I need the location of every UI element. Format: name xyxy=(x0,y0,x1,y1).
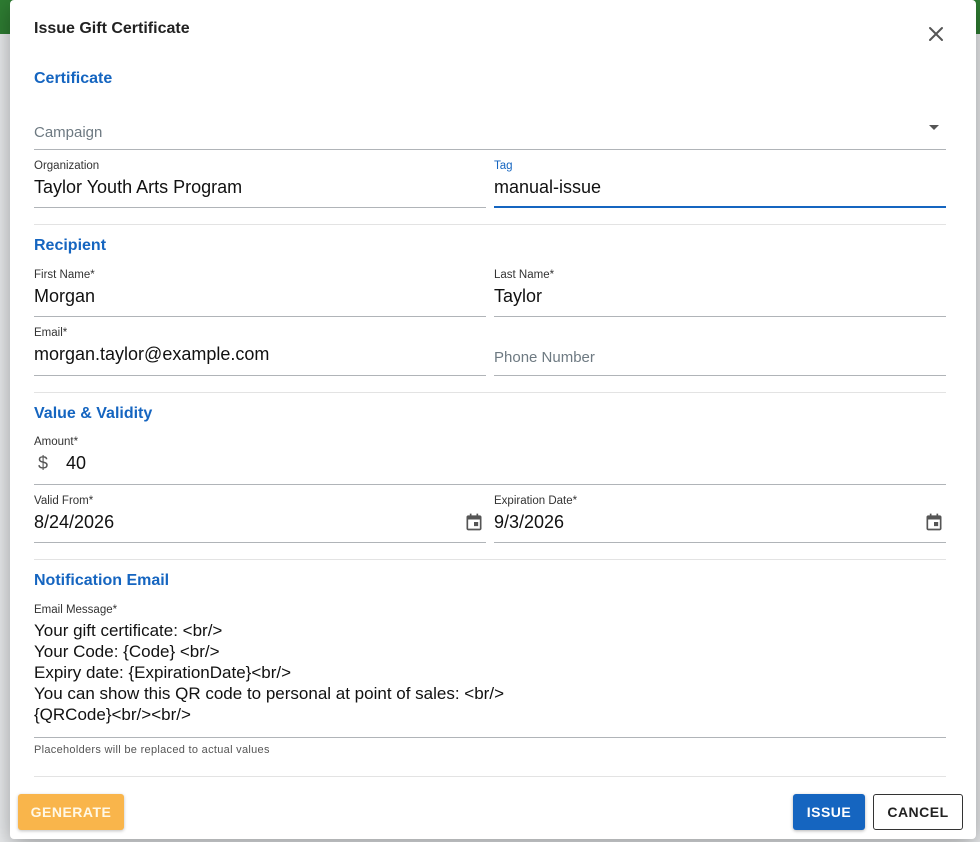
phone-number-underline xyxy=(494,375,946,376)
section-divider xyxy=(34,776,946,777)
amount-field[interactable]: Amount* $ 40 xyxy=(34,436,946,485)
dropdown-arrow-icon xyxy=(929,125,939,130)
phone-number-placeholder: Phone Number xyxy=(494,349,595,366)
tag-label: Tag xyxy=(494,160,513,172)
campaign-placeholder: Campaign xyxy=(34,124,103,141)
campaign-underline xyxy=(34,149,946,150)
amount-value: 40 xyxy=(66,453,87,473)
organization-label: Organization xyxy=(34,160,100,172)
last-name-label: Last Name* xyxy=(494,269,555,281)
email-message-underline xyxy=(34,737,946,738)
tag-field[interactable]: Tag manual-issue xyxy=(494,160,946,208)
first-name-value: Morgan xyxy=(34,286,96,306)
email-message-line: Your Code: {Code} <br/> xyxy=(34,642,220,661)
section-notification-email-title: Notification Email xyxy=(34,572,170,589)
last-name-field[interactable]: Last Name* Taylor xyxy=(494,269,946,317)
section-divider xyxy=(34,224,946,225)
section-divider xyxy=(34,559,946,560)
placeholder-hint: Placeholders will be replaced to actual … xyxy=(34,744,270,756)
generate-button[interactable]: GENERATE xyxy=(18,794,124,830)
email-message-line: You can show this QR code to personal at… xyxy=(34,684,504,703)
close-button[interactable] xyxy=(924,22,948,46)
section-recipient-title: Recipient xyxy=(34,237,107,254)
section-value-validity-title: Value & Validity xyxy=(34,405,153,422)
email-message-line: Expiry date: {ExpirationDate}<br/> xyxy=(34,663,292,682)
cancel-button[interactable]: CANCEL xyxy=(873,794,963,830)
calendar-icon[interactable] xyxy=(924,512,944,532)
tag-underline xyxy=(494,206,946,208)
email-underline xyxy=(34,375,486,376)
organization-underline xyxy=(34,207,486,208)
valid-from-underline xyxy=(34,542,486,543)
email-message-field[interactable]: Email Message* Your gift certificate: <b… xyxy=(34,604,946,738)
dollar-icon: $ xyxy=(38,453,49,473)
expiration-date-value: 9/3/2026 xyxy=(494,512,565,532)
first-name-underline xyxy=(34,316,486,317)
amount-label: Amount* xyxy=(34,436,79,448)
section-divider xyxy=(34,392,946,393)
close-icon xyxy=(929,27,943,41)
tag-value: manual-issue xyxy=(494,177,602,197)
calendar-icon[interactable] xyxy=(464,512,484,532)
valid-from-label: Valid From* xyxy=(34,495,94,507)
last-name-value: Taylor xyxy=(494,286,543,306)
phone-number-field[interactable]: Phone Number xyxy=(494,327,946,376)
section-certificate-title: Certificate xyxy=(34,70,113,87)
expiration-date-label: Expiration Date* xyxy=(494,495,578,507)
email-field[interactable]: Email* morgan.taylor@example.com xyxy=(34,327,486,376)
email-message-text[interactable]: Your gift certificate: <br/> Your Code: … xyxy=(34,620,504,725)
amount-underline xyxy=(34,484,946,485)
expiration-date-underline xyxy=(494,542,946,543)
expiration-date-field[interactable]: Expiration Date* 9/3/2026 xyxy=(494,495,946,543)
organization-value: Taylor Youth Arts Program xyxy=(34,177,243,197)
valid-from-value: 8/24/2026 xyxy=(34,512,115,532)
last-name-underline xyxy=(494,316,946,317)
campaign-select[interactable]: Campaign xyxy=(34,112,946,150)
issue-gift-certificate-dialog: Issue Gift Certificate Certificate Campa… xyxy=(10,0,976,839)
email-label: Email* xyxy=(34,327,68,339)
first-name-field[interactable]: First Name* Morgan xyxy=(34,269,486,317)
email-message-line: Your gift certificate: <br/> xyxy=(34,621,223,640)
dialog-title: Issue Gift Certificate xyxy=(34,20,190,37)
email-value: morgan.taylor@example.com xyxy=(34,344,270,364)
issue-button[interactable]: ISSUE xyxy=(793,794,865,830)
first-name-label: First Name* xyxy=(34,269,95,281)
organization-field[interactable]: Organization Taylor Youth Arts Program xyxy=(34,160,486,208)
email-message-label: Email Message* xyxy=(34,604,118,616)
email-message-line: {QRCode}<br/><br/> xyxy=(34,705,191,724)
valid-from-field[interactable]: Valid From* 8/24/2026 xyxy=(34,495,486,543)
